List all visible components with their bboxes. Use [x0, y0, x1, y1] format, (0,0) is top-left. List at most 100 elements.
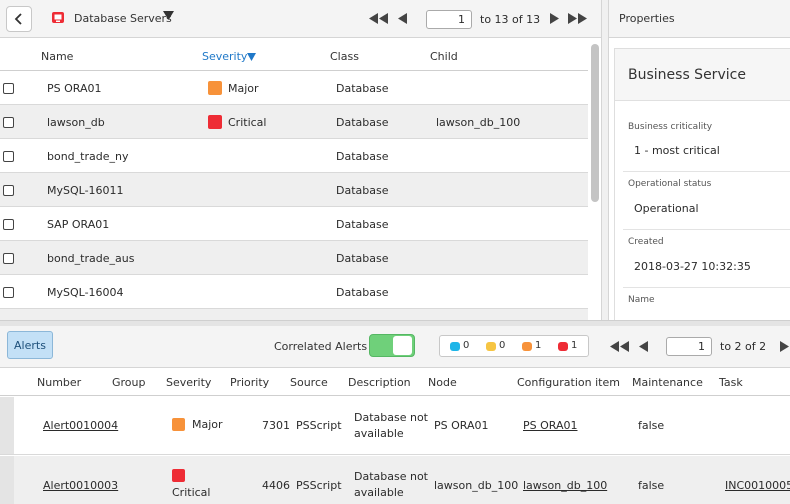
field-value: 2018-03-27 10:32:35	[634, 260, 751, 273]
page-number-input[interactable]: 1	[426, 10, 472, 29]
grid-row[interactable]: SAP ORA01 Database	[0, 207, 588, 241]
info-count-icon	[450, 342, 460, 351]
configuration-item-link[interactable]: PS ORA01	[523, 419, 578, 432]
grid-row[interactable]: PS ORA01 Major Database	[0, 71, 588, 105]
row-name: bond_trade_aus	[47, 252, 135, 265]
row-class: Database	[336, 116, 389, 129]
row-name: MySQL-16011	[47, 184, 124, 197]
task-link[interactable]: INC0010005	[725, 479, 790, 492]
alert-severity: Major	[192, 418, 223, 431]
severity-critical-icon	[172, 469, 185, 482]
row-name: MySQL-16004	[47, 286, 124, 299]
column-group[interactable]: Group	[112, 376, 146, 389]
first-page-icon[interactable]	[610, 341, 630, 352]
row-marker	[0, 397, 14, 454]
field-label: Name	[628, 295, 655, 305]
alert-row[interactable]: Alert0010004 Major 7301 PSScript Databas…	[0, 397, 790, 455]
properties-label: Properties	[619, 12, 675, 25]
column-number[interactable]: Number	[37, 376, 81, 389]
row-severity: Critical	[228, 116, 267, 129]
column-description[interactable]: Description	[348, 376, 411, 389]
divider	[623, 171, 790, 172]
field-label: Created	[628, 237, 664, 247]
info-count: 0	[463, 340, 470, 351]
row-checkbox[interactable]	[3, 83, 14, 94]
alert-description-line2: available	[354, 427, 404, 440]
major-count: 1	[535, 340, 542, 351]
last-page-icon[interactable]	[567, 13, 588, 24]
alert-node: PS ORA01	[434, 419, 489, 432]
grid-row[interactable]: MySQL-16004 Database	[0, 275, 588, 309]
critical-count: 1	[571, 340, 578, 351]
column-source[interactable]: Source	[290, 376, 328, 389]
alerts-table-header: Number Group Severity Priority Source De…	[0, 369, 790, 396]
prev-page-icon[interactable]	[398, 13, 408, 24]
column-name[interactable]: Name	[41, 50, 73, 63]
toggle-knob	[393, 336, 412, 355]
database-server-icon	[52, 12, 64, 23]
alert-priority: 4406	[262, 479, 290, 492]
list-title[interactable]: Database Servers	[74, 12, 172, 25]
correlated-alerts-label: Correlated Alerts	[274, 340, 368, 353]
column-configuration-item[interactable]: Configuration item	[517, 376, 620, 389]
column-node[interactable]: Node	[428, 376, 457, 389]
grid-row[interactable]	[0, 309, 588, 320]
divider	[623, 229, 790, 230]
first-page-icon[interactable]	[369, 13, 389, 24]
prev-page-icon[interactable]	[639, 341, 649, 352]
next-page-icon[interactable]	[779, 341, 789, 352]
alert-description-line1: Database not	[354, 470, 428, 483]
back-button[interactable]	[6, 6, 32, 32]
column-severity[interactable]: Severity	[202, 50, 247, 63]
row-checkbox[interactable]	[3, 117, 14, 128]
row-class: Database	[336, 218, 389, 231]
column-class[interactable]: Class	[330, 50, 359, 63]
configuration-item-link[interactable]: lawson_db_100	[523, 479, 607, 492]
row-checkbox[interactable]	[3, 253, 14, 264]
row-class: Database	[336, 286, 389, 299]
alert-number-link[interactable]: Alert0010003	[43, 479, 118, 492]
properties-card: Business Service Business criticality 1 …	[614, 48, 790, 322]
row-class: Database	[336, 184, 389, 197]
row-checkbox[interactable]	[3, 185, 14, 196]
grid-row[interactable]: lawson_db Critical Database lawson_db_10…	[0, 105, 588, 139]
alert-node: lawson_db_100	[434, 479, 519, 492]
grid-scrollbar[interactable]	[591, 44, 599, 202]
row-severity: Major	[228, 82, 259, 95]
alert-number-link[interactable]: Alert0010004	[43, 419, 118, 432]
column-severity[interactable]: Severity	[166, 376, 211, 389]
vertical-splitter[interactable]	[601, 0, 609, 322]
row-class: Database	[336, 150, 389, 163]
field-label: Operational status	[628, 179, 712, 189]
column-priority[interactable]: Priority	[230, 376, 269, 389]
row-name: lawson_db	[47, 116, 105, 129]
correlated-alerts-toggle[interactable]	[369, 334, 415, 357]
grid-row[interactable]: bond_trade_aus Database	[0, 241, 588, 275]
alert-priority: 7301	[262, 419, 290, 432]
minor-count: 0	[499, 340, 506, 351]
severity-critical-icon	[208, 115, 222, 129]
row-checkbox[interactable]	[3, 287, 14, 298]
critical-count-icon	[558, 342, 568, 351]
sort-desc-icon[interactable]	[247, 53, 256, 61]
page-total-label: to 13 of 13	[480, 13, 541, 26]
alert-severity: Critical	[172, 486, 211, 499]
grid-row[interactable]: bond_trade_ny Database	[0, 139, 588, 173]
column-maintenance[interactable]: Maintenance	[632, 376, 703, 389]
caret-down-icon[interactable]	[163, 10, 174, 21]
severity-counts: 0 0 1 1	[439, 335, 589, 357]
grid-row[interactable]: MySQL-16011 Database	[0, 173, 588, 207]
row-name: bond_trade_ny	[47, 150, 129, 163]
next-page-icon[interactable]	[549, 13, 559, 24]
column-child[interactable]: Child	[430, 50, 458, 63]
divider	[623, 287, 790, 288]
severity-major-icon	[172, 418, 185, 431]
column-task[interactable]: Task	[719, 376, 743, 389]
row-checkbox[interactable]	[3, 151, 14, 162]
row-checkbox[interactable]	[3, 219, 14, 230]
severity-major-icon	[208, 81, 222, 95]
alerts-page-input[interactable]: 1	[666, 337, 712, 356]
alert-maintenance: false	[638, 419, 665, 432]
alert-row[interactable]: Alert0010003 Critical 4406 PSScript Data…	[0, 456, 790, 504]
alerts-tab-button[interactable]: Alerts	[7, 331, 53, 359]
